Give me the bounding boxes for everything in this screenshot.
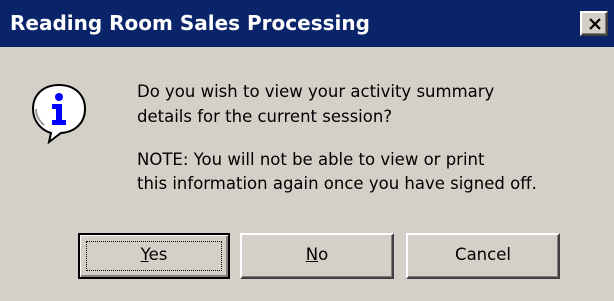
no-button[interactable]: No <box>240 233 394 279</box>
message-dialog: Reading Room Sales Processing Do you wis… <box>0 0 614 301</box>
yes-button-label: Yes <box>140 245 168 264</box>
info-icon <box>31 83 87 144</box>
note-line-2: this information again once you have sig… <box>137 174 537 193</box>
no-button-label: No <box>305 245 329 264</box>
message-line-1: Do you wish to view your activity summar… <box>137 82 495 101</box>
title-bar[interactable]: Reading Room Sales Processing <box>0 0 614 47</box>
window-title: Reading Room Sales Processing <box>10 11 370 35</box>
note-line-1: NOTE: You will not be able to view or pr… <box>137 150 485 169</box>
close-button[interactable] <box>580 11 608 36</box>
message-line-2: details for the current session? <box>137 107 393 126</box>
cancel-button-label: Cancel <box>455 245 511 264</box>
yes-button[interactable]: Yes <box>78 233 230 279</box>
cancel-button[interactable]: Cancel <box>406 233 560 279</box>
close-icon <box>589 18 601 30</box>
